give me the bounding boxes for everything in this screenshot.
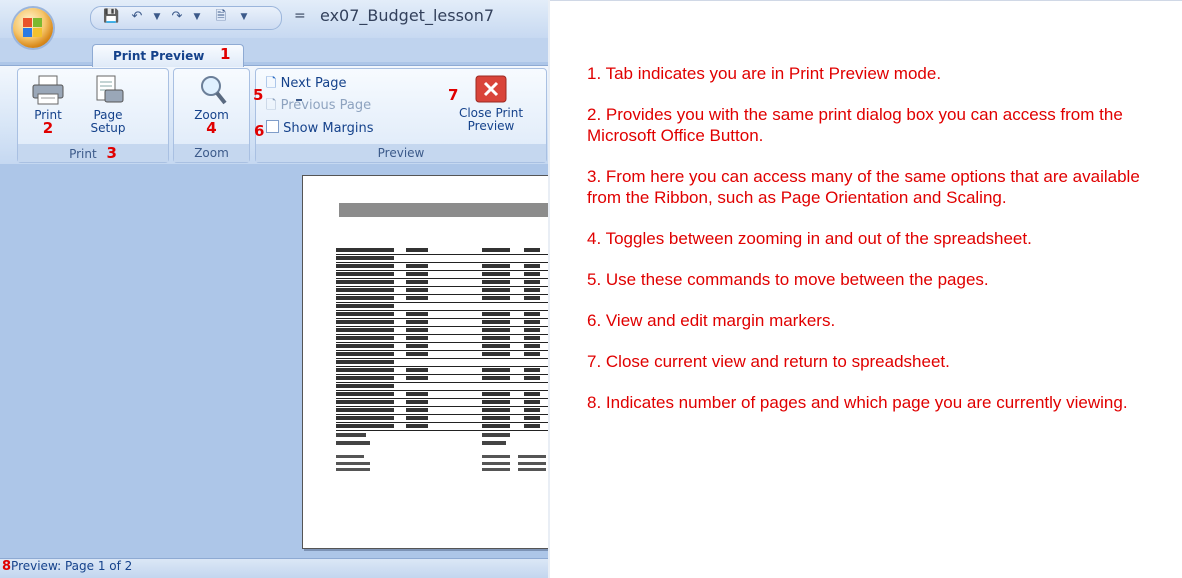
page-thumbnail[interactable] bbox=[302, 175, 548, 549]
ribbon-tab-strip bbox=[0, 38, 548, 62]
sheet-row bbox=[336, 423, 548, 431]
sheet-row bbox=[336, 343, 548, 351]
next-page-button[interactable]: 🗋 Next Page bbox=[266, 74, 346, 92]
quick-access-toolbar: 💾 ↶ ▼ ↷ ▼ 🗎 ▼ bbox=[90, 6, 282, 30]
sheet-row bbox=[336, 279, 548, 287]
sheet-summary-block bbox=[336, 431, 548, 461]
sheet-row bbox=[336, 407, 548, 415]
page-heading-placeholder bbox=[339, 203, 548, 217]
sheet-row bbox=[336, 271, 548, 279]
page-setup-label-line2: Setup bbox=[90, 121, 126, 135]
magnifier-icon bbox=[200, 76, 227, 105]
sheet-row bbox=[336, 351, 548, 359]
note-7: 7. Close current view and return to spre… bbox=[587, 352, 950, 371]
print-group-label: Print 3 bbox=[18, 144, 168, 162]
office-button[interactable] bbox=[13, 8, 53, 48]
checkbox-icon bbox=[266, 120, 279, 133]
sheet-row bbox=[336, 383, 548, 391]
qat-separator: = bbox=[294, 8, 306, 24]
zoom-group: Zoom 4 Zoom bbox=[173, 68, 250, 163]
sheet-row bbox=[336, 359, 548, 367]
excel-window: 💾 ↶ ▼ ↷ ▼ 🗎 ▼ = ex07_Budget_lesson7 Prin… bbox=[0, 0, 548, 578]
sheet-row bbox=[336, 415, 548, 423]
sheet-row bbox=[336, 367, 548, 375]
note-1: 1. Tab indicates you are in Print Previe… bbox=[587, 64, 942, 83]
sheet-row bbox=[336, 335, 548, 343]
ruler-marker bbox=[296, 99, 302, 101]
print-preview-qat-icon[interactable]: 🗎 bbox=[213, 10, 229, 24]
page-setup-icon bbox=[96, 75, 124, 103]
zoom-group-label: Zoom bbox=[174, 144, 249, 162]
next-page-label: Next Page bbox=[280, 76, 347, 91]
note-3: 3. From here you can access many of the … bbox=[587, 167, 1140, 207]
annotation-marker-1: 1 bbox=[220, 45, 231, 63]
close-icon bbox=[475, 75, 507, 103]
note-6: 6. View and edit margin markers. bbox=[587, 311, 836, 330]
customize-qat-icon[interactable]: ▼ bbox=[236, 10, 252, 24]
sheet-row bbox=[336, 319, 548, 327]
sheet-row bbox=[336, 287, 548, 295]
left-panel bbox=[0, 164, 300, 558]
note-8: 8. Indicates number of pages and which p… bbox=[587, 393, 1128, 412]
note-5: 5. Use these commands to move between th… bbox=[587, 270, 989, 289]
annotation-marker-5: 5 bbox=[253, 86, 264, 104]
annotation-marker-6: 6 bbox=[254, 122, 265, 140]
sheet-row bbox=[336, 391, 548, 399]
annotation-marker-4: 4 bbox=[206, 119, 217, 137]
redo-icon[interactable]: ↷ bbox=[169, 10, 185, 24]
note-4: 4. Toggles between zooming in and out of… bbox=[587, 229, 1032, 248]
annotation-marker-7: 7 bbox=[448, 86, 459, 104]
print-button[interactable]: Print 2 bbox=[24, 74, 72, 137]
previous-page-button[interactable]: 🗋 Previous Page bbox=[266, 96, 371, 114]
page-setup-button[interactable]: Page Setup bbox=[80, 74, 136, 135]
print-group: Print 2 Page Setup Print 3 bbox=[17, 68, 169, 163]
spreadsheet-thumbnail bbox=[336, 247, 548, 475]
annotation-notes: 1. Tab indicates you are in Print Previe… bbox=[587, 63, 1177, 433]
top-rule bbox=[550, 0, 1182, 1]
sheet-row bbox=[336, 399, 548, 407]
undo-icon[interactable]: ↶ bbox=[129, 10, 145, 24]
sheet-row bbox=[336, 295, 548, 303]
printer-icon bbox=[32, 75, 64, 105]
annotation-marker-2: 2 bbox=[42, 119, 54, 137]
sheet-row bbox=[336, 255, 548, 263]
show-margins-label: Show Margins bbox=[283, 121, 374, 136]
annotation-marker-8: 8 bbox=[2, 559, 12, 574]
redo-dropdown-icon[interactable]: ▼ bbox=[189, 10, 205, 24]
note-2: 2. Provides you with the same print dial… bbox=[587, 105, 1123, 145]
previous-page-icon: 🗋 bbox=[266, 98, 277, 113]
window-title: ex07_Budget_lesson7 bbox=[320, 6, 495, 25]
status-bar: 8Preview: Page 1 of 2 bbox=[0, 558, 548, 578]
save-icon[interactable]: 💾 bbox=[103, 10, 119, 24]
sheet-row bbox=[336, 375, 548, 383]
annotation-marker-3: 3 bbox=[106, 144, 117, 162]
sheet-row bbox=[336, 247, 548, 255]
undo-dropdown-icon[interactable]: ▼ bbox=[149, 10, 165, 24]
tab-label: Print Preview bbox=[113, 49, 205, 63]
previous-page-label: Previous Page bbox=[280, 98, 372, 113]
page-status-text: Preview: Page 1 of 2 bbox=[11, 559, 133, 573]
sheet-row bbox=[336, 327, 548, 335]
zoom-button[interactable]: Zoom 4 bbox=[184, 74, 239, 137]
close-label-line2: Preview bbox=[467, 119, 515, 133]
sheet-row bbox=[336, 311, 548, 319]
sheet-row bbox=[336, 263, 548, 271]
sheet-row bbox=[336, 303, 548, 311]
preview-group: 5 🗋 Next Page 🗋 Previous Page 6 Show Mar… bbox=[253, 68, 547, 163]
office-logo-icon bbox=[23, 18, 43, 38]
next-page-icon: 🗋 bbox=[266, 76, 277, 91]
preview-group-label: Preview bbox=[256, 144, 546, 162]
title-bar: 💾 ↶ ▼ ↷ ▼ 🗎 ▼ = ex07_Budget_lesson7 bbox=[0, 0, 548, 38]
ribbon: Print 2 Page Setup Print 3 Zoom 4 Zoom 5… bbox=[0, 65, 548, 165]
tab-print-preview[interactable]: Print Preview 1 bbox=[92, 44, 244, 67]
show-margins-checkbox[interactable]: Show Margins bbox=[266, 120, 374, 138]
print-group-label-text: Print bbox=[69, 147, 97, 161]
divider bbox=[548, 0, 550, 578]
close-print-preview-button[interactable]: 7 Close Print Preview bbox=[442, 74, 540, 133]
sheet-summary-block bbox=[336, 461, 548, 475]
